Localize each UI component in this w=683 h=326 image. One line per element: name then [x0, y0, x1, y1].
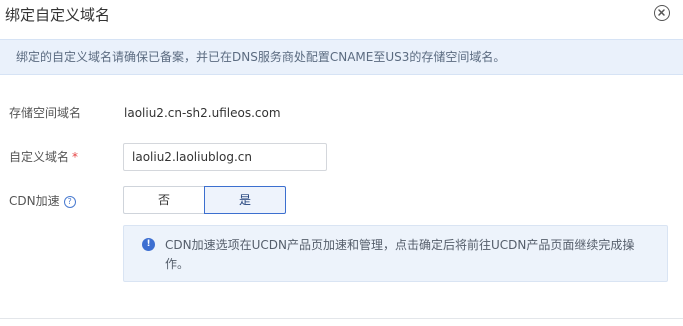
footer-divider [0, 318, 683, 319]
custom-domain-input[interactable] [123, 143, 327, 171]
cdn-info-text: CDN加速选项在UCDN产品页加速和管理，点击确定后将前往UCDN产品页面继续完… [165, 238, 635, 271]
bucket-domain-value: laoliu2.cn-sh2.ufileos.com [124, 106, 281, 120]
required-mark: * [72, 150, 79, 164]
dialog-header: 绑定自定义域名 [0, 0, 683, 29]
cdn-label: CDN加速 [9, 194, 60, 208]
cdn-option-no[interactable]: 否 [123, 186, 204, 214]
close-circle-icon [658, 9, 665, 16]
info-circle-icon: ! [142, 238, 155, 251]
notice-text: 绑定的自定义域名请确保已备案，并已在DNS服务商处配置CNAME至US3的存储空… [16, 50, 506, 64]
bind-custom-domain-dialog: 绑定自定义域名 绑定的自定义域名请确保已备案，并已在DNS服务商处配置CNAME… [0, 0, 683, 326]
close-button[interactable] [654, 5, 670, 21]
cdn-info-box: ! CDN加速选项在UCDN产品页加速和管理，点击确定后将前往UCDN产品页面继… [123, 225, 668, 282]
custom-domain-label-row: 自定义域名 * [9, 149, 78, 165]
cdn-option-yes[interactable]: 是 [204, 186, 286, 214]
cdn-toggle: 否 是 [123, 186, 286, 214]
bucket-domain-label: 存储空间域名 [9, 106, 82, 120]
cdn-label-row: CDN加速? [9, 193, 76, 209]
question-circle-icon[interactable]: ? [63, 196, 76, 208]
notice-banner: 绑定的自定义域名请确保已备案，并已在DNS服务商处配置CNAME至US3的存储空… [0, 39, 683, 75]
dialog-title: 绑定自定义域名 [5, 6, 111, 24]
custom-domain-label: 自定义域名 [9, 150, 70, 164]
